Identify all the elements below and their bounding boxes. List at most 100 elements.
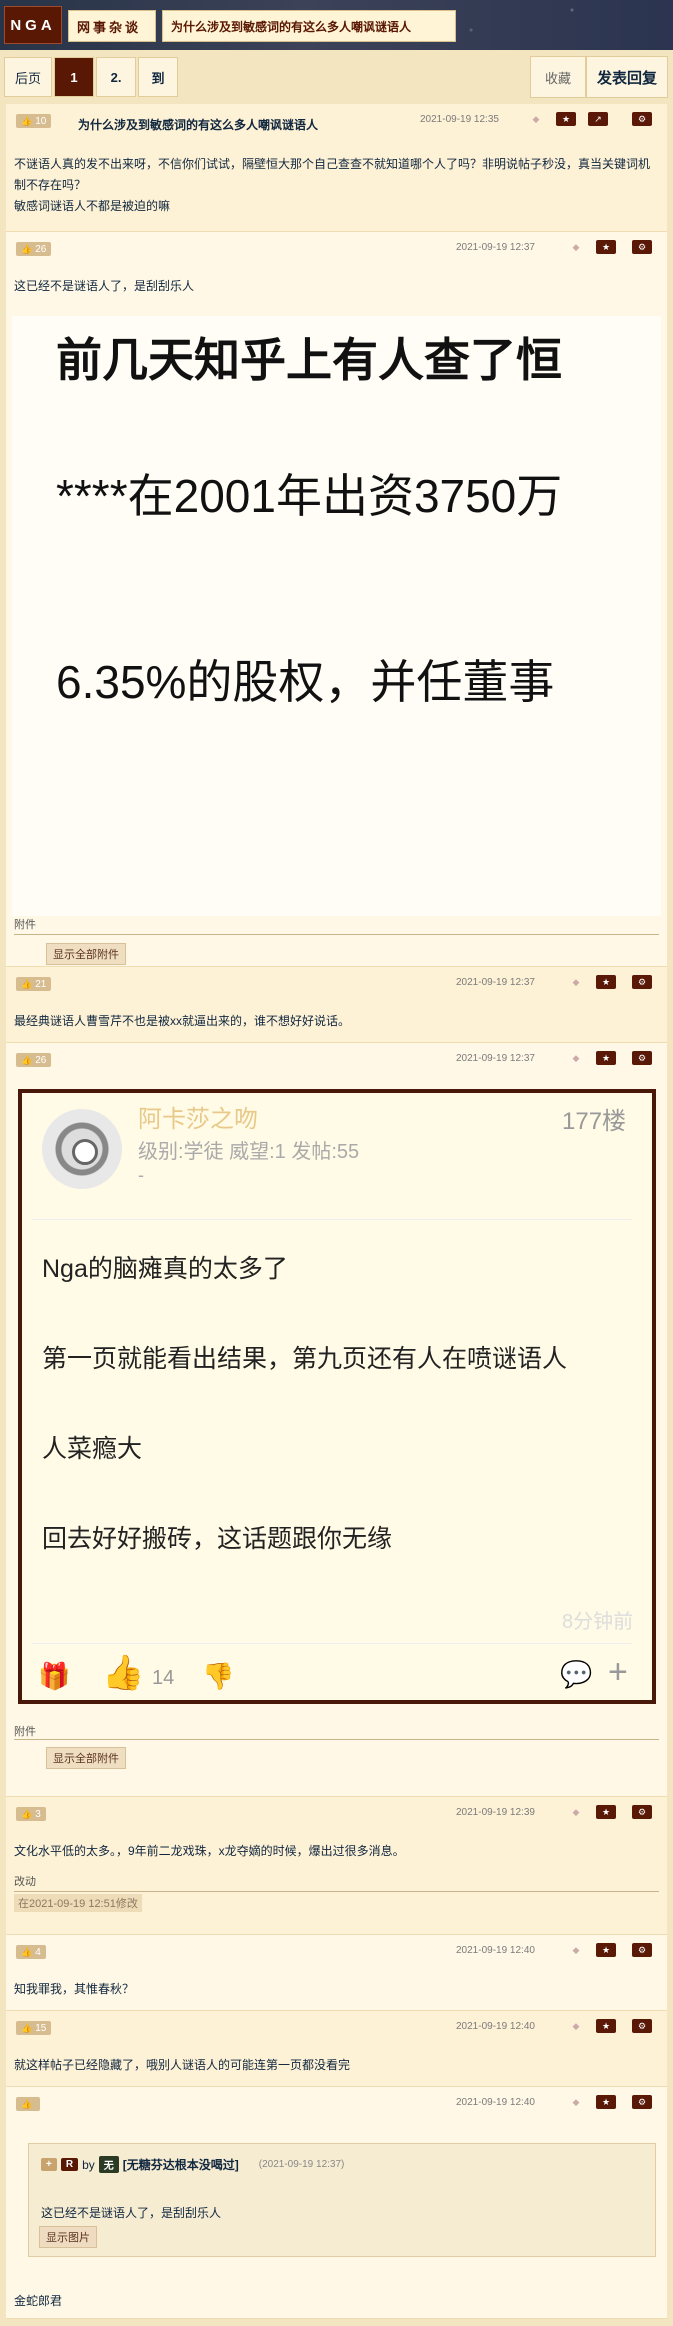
- share-icon[interactable]: ↗: [588, 112, 608, 126]
- card-user-meta: 级别:学徒 威望:1 发帖:55: [138, 1141, 360, 1163]
- reply-icon[interactable]: R: [60, 2158, 79, 2171]
- divider: [14, 934, 659, 935]
- page-2-button[interactable]: 2.: [96, 57, 137, 97]
- post-time: 2021-09-19 12:37: [456, 1053, 535, 1064]
- gear-icon[interactable]: ⚙: [632, 2095, 652, 2109]
- thumb-up-icon: 👍: [21, 2022, 33, 2033]
- post-body: 最经典谜语人曹雪芹不也是被xx就逼出来的，谁不想好好说话。: [14, 1014, 351, 1028]
- post-0: 👍 10 为什么涉及到敏感词的有这么多人嘲讽谜语人 2021-09-19 12:3…: [6, 104, 667, 232]
- star-icon[interactable]: ★: [596, 1051, 616, 1065]
- bookmark-icon[interactable]: ◆: [526, 112, 546, 126]
- thumb-down-icon[interactable]: 👎: [202, 1661, 234, 1692]
- breadcrumb-thread[interactable]: 为什么涉及到敏感词的有这么多人嘲讽谜语人: [162, 10, 456, 42]
- like-badge[interactable]: 👍 26: [16, 242, 52, 256]
- star-icon[interactable]: ★: [596, 1805, 616, 1819]
- plus-icon[interactable]: +: [41, 2158, 57, 2171]
- page-1-button[interactable]: 1: [54, 57, 95, 97]
- quote-body: 这已经不是谜语人了，是刮刮乐人: [41, 2206, 222, 2220]
- bookmark-icon[interactable]: ◆: [566, 1943, 586, 1957]
- top-bar: NGA 网事杂谈 为什么涉及到敏感词的有这么多人嘲讽谜语人: [0, 0, 673, 50]
- post-body: 文化水平低的太多。，9年前二龙戏珠，x龙夺嫡的时候，爆出过很多消息。: [14, 1844, 405, 1858]
- like-count: 26: [35, 1054, 47, 1066]
- gear-icon[interactable]: ⚙: [632, 1051, 652, 1065]
- show-image-button[interactable]: 显示图片: [39, 2226, 97, 2248]
- post-time: 2021-09-19 12:40: [456, 1945, 535, 1956]
- thumb-up-icon[interactable]: 👍: [102, 1653, 144, 1693]
- avatar: [42, 1109, 122, 1189]
- post-title: 为什么涉及到敏感词的有这么多人嘲讽谜语人: [78, 118, 319, 132]
- card-time-ago: 8分钟前: [562, 1611, 634, 1633]
- prev-page-button[interactable]: 后页: [4, 57, 53, 97]
- post-body: 金蛇郎君: [14, 2294, 63, 2308]
- post-1: 👍 26 2021-09-19 12:37 ◆ ★ ⚙ 这已经不是谜语人了，是刮刮…: [6, 232, 667, 967]
- gear-icon[interactable]: ⚙: [632, 1943, 652, 1957]
- like-badge[interactable]: 👍: [16, 2097, 41, 2111]
- show-attachments-button[interactable]: 显示全部附件: [46, 1747, 126, 1769]
- post-body: 就这样帖子已经隐藏了，哦别人谜语人的可能连第一页都没看完: [14, 2058, 351, 2072]
- star-icon[interactable]: ★: [556, 112, 576, 126]
- gear-icon[interactable]: ⚙: [632, 1805, 652, 1819]
- bookmark-icon[interactable]: ◆: [566, 1051, 586, 1065]
- nga-logo[interactable]: NGA: [4, 6, 62, 44]
- favorite-button[interactable]: 收藏: [530, 56, 586, 98]
- like-count: 26: [35, 243, 47, 255]
- post-2: 👍 21 2021-09-19 12:37 ◆ ★ ⚙ 最经典谜语人曹雪芹不也是被…: [6, 967, 667, 1043]
- like-count: 3: [35, 1808, 41, 1820]
- post-time: 2021-09-19 12:35: [420, 114, 499, 125]
- image-text-line: 前几天知乎上有人查了恒: [56, 334, 562, 386]
- screenshot-card[interactable]: 阿卡莎之吻 177楼 级别:学徒 威望:1 发帖:55 - Nga的脑瘫真的太多…: [18, 1089, 656, 1704]
- divider: [32, 1643, 632, 1644]
- like-badge[interactable]: 👍 21: [16, 977, 52, 991]
- post-4: 👍 3 2021-09-19 12:39 ◆ ★ ⚙ 文化水平低的太多。，9年前二…: [6, 1797, 667, 1935]
- gear-icon[interactable]: ⚙: [632, 112, 652, 126]
- thumb-up-icon: 👍: [21, 978, 33, 989]
- post-image[interactable]: 前几天知乎上有人查了恒 ****在2001年出资3750万 6.35%的股权，并…: [12, 316, 661, 916]
- show-attachments-button[interactable]: 显示全部附件: [46, 943, 126, 965]
- post-body: 不谜语人真的发不出来呀，不信你们试试，隔壁恒大那个自己查查不就知道哪个人了吗？非…: [6, 134, 667, 217]
- goto-page-button[interactable]: 到: [138, 57, 179, 97]
- quote-by: by: [82, 2157, 95, 2172]
- like-badge[interactable]: 👍 4: [16, 1945, 46, 1959]
- bookmark-icon[interactable]: ◆: [566, 975, 586, 989]
- like-count: 10: [35, 115, 47, 127]
- bookmark-icon[interactable]: ◆: [566, 1805, 586, 1819]
- divider: [14, 1891, 659, 1892]
- like-count: 15: [35, 2022, 47, 2034]
- card-text-line: 回去好好搬砖，这话题跟你无缘: [42, 1525, 393, 1553]
- card-username: 阿卡莎之吻: [138, 1106, 258, 1133]
- gift-icon[interactable]: 🎁: [38, 1661, 70, 1692]
- quote-block: + R by 无 [无糖芬达根本没喝过] (2021-09-19 12:37) …: [28, 2143, 656, 2257]
- like-count: 4: [35, 1946, 41, 1958]
- plus-icon[interactable]: +: [608, 1653, 628, 1692]
- bookmark-icon[interactable]: ◆: [566, 240, 586, 254]
- star-icon[interactable]: ★: [596, 240, 616, 254]
- gear-icon[interactable]: ⚙: [632, 975, 652, 989]
- quote-user[interactable]: [无糖芬达根本没喝过]: [123, 2156, 239, 2173]
- divider: [14, 1739, 659, 1740]
- divider: [32, 1219, 632, 1220]
- like-badge[interactable]: 👍 15: [16, 2021, 52, 2035]
- like-badge[interactable]: 👍 26: [16, 1053, 52, 1067]
- bookmark-icon[interactable]: ◆: [566, 2095, 586, 2109]
- post-5: 👍 4 2021-09-19 12:40 ◆ ★ ⚙ 知我罪我，其惟春秋？: [6, 1935, 667, 2011]
- post-body: 知我罪我，其惟春秋？: [14, 1982, 135, 1996]
- like-badge[interactable]: 👍 3: [16, 1807, 46, 1821]
- comment-icon[interactable]: 💬: [560, 1659, 592, 1690]
- star-icon[interactable]: ★: [596, 2019, 616, 2033]
- gear-icon[interactable]: ⚙: [632, 240, 652, 254]
- star-icon[interactable]: ★: [596, 1943, 616, 1957]
- thumb-up-icon: 👍: [21, 1054, 33, 1065]
- post-time: 2021-09-19 12:40: [456, 2097, 535, 2108]
- thumb-up-icon: 👍: [21, 2098, 33, 2109]
- post-body-line: 敏感词谜语人不都是被迫的嘛: [14, 199, 171, 213]
- reply-button[interactable]: 发表回复: [586, 56, 668, 98]
- post-body: 这已经不是谜语人了，是刮刮乐人: [14, 279, 195, 293]
- gear-icon[interactable]: ⚙: [632, 2019, 652, 2033]
- post-body-line: 不谜语人真的发不出来呀，不信你们试试，隔壁恒大那个自己查查不就知道哪个人了吗？非…: [14, 157, 651, 192]
- star-icon[interactable]: ★: [596, 2095, 616, 2109]
- breadcrumb-forum[interactable]: 网事杂谈: [68, 10, 156, 42]
- star-icon[interactable]: ★: [596, 975, 616, 989]
- bookmark-icon[interactable]: ◆: [566, 2019, 586, 2033]
- attachment-label: 附件: [14, 1726, 36, 1738]
- like-badge[interactable]: 👍 10: [16, 114, 52, 128]
